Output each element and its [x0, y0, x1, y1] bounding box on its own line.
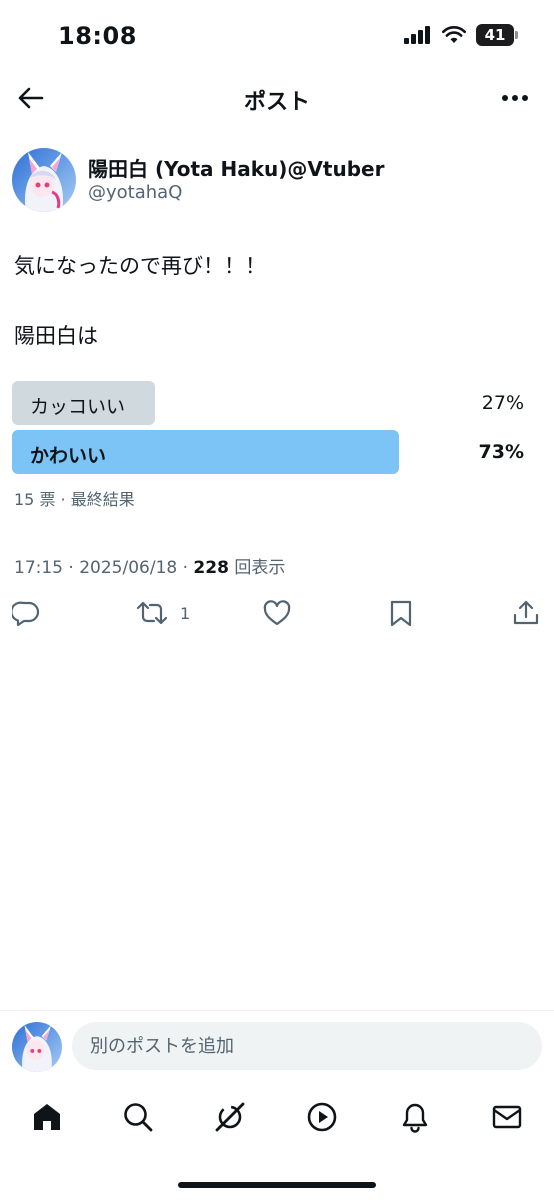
back-button[interactable] — [14, 84, 46, 112]
bookmark-icon — [390, 600, 412, 627]
divider — [0, 1010, 554, 1011]
author-avatar[interactable] — [12, 148, 76, 212]
nav-search[interactable] — [121, 1100, 155, 1134]
bookmark-button[interactable] — [388, 598, 414, 628]
poll-summary: 15 票 · 最終結果 — [14, 486, 135, 510]
wifi-icon — [442, 26, 466, 43]
like-button[interactable] — [262, 598, 292, 628]
mail-icon — [492, 1105, 522, 1129]
nav-video[interactable] — [305, 1100, 339, 1134]
repost-count: 1 — [180, 603, 191, 623]
user-avatar[interactable] — [12, 1022, 62, 1072]
poll-status: 最終結果 — [70, 490, 135, 509]
post-date: 2025/06/18 — [79, 558, 178, 578]
share-button[interactable] — [512, 598, 540, 628]
tweet-text-line: 陽田白は — [14, 324, 98, 348]
post-timestamp: 17:15 · 2025/06/18 · 228 回表示 — [14, 553, 285, 578]
separator-dot: · — [60, 490, 71, 509]
repost-button[interactable]: 1 — [136, 598, 190, 628]
reply-input[interactable] — [72, 1022, 542, 1070]
page-title: ポスト — [243, 90, 310, 115]
poll-option-percent: 73% — [478, 441, 524, 463]
nav-home[interactable] — [30, 1100, 64, 1134]
home-icon — [34, 1104, 60, 1130]
reply-icon — [12, 601, 40, 627]
nav-messages[interactable] — [490, 1100, 524, 1134]
separator-dot: · — [68, 558, 80, 578]
arrow-left-icon — [18, 87, 44, 109]
reply-button[interactable] — [12, 598, 40, 628]
status-icons: 41 — [404, 24, 518, 46]
signal-icon — [404, 26, 430, 44]
status-time: 18:08 — [58, 22, 137, 50]
repost-icon — [136, 601, 168, 625]
poll-option-label: カッコいい — [30, 396, 126, 418]
nav-grok[interactable] — [213, 1100, 247, 1134]
battery-level: 41 — [484, 26, 506, 44]
author-handle[interactable]: @yotahaQ — [88, 182, 182, 203]
author-display-name[interactable]: 陽田白 (Yota Haku)@Vtuber — [88, 153, 384, 182]
bell-icon — [402, 1103, 428, 1133]
tweet-text-line: 気になったので再び！！！ — [14, 254, 266, 278]
share-icon — [513, 600, 539, 625]
poll-votes: 15 票 — [14, 490, 56, 509]
poll-option-label: かわいい — [30, 445, 107, 467]
poll-option-percent: 27% — [481, 392, 524, 414]
battery-indicator: 41 — [476, 24, 518, 46]
more-options-button[interactable] — [498, 86, 532, 110]
view-count: 228 — [193, 558, 229, 578]
play-circle-icon — [307, 1102, 337, 1132]
grok-icon — [215, 1102, 245, 1132]
more-horizontal-icon — [502, 95, 528, 101]
view-label: 回表示 — [234, 558, 286, 578]
heart-icon — [263, 600, 291, 626]
home-indicator[interactable] — [178, 1182, 376, 1188]
search-icon — [124, 1103, 153, 1132]
nav-notifications[interactable] — [398, 1100, 432, 1134]
post-time: 17:15 — [14, 558, 63, 578]
separator-dot: · — [182, 558, 194, 578]
